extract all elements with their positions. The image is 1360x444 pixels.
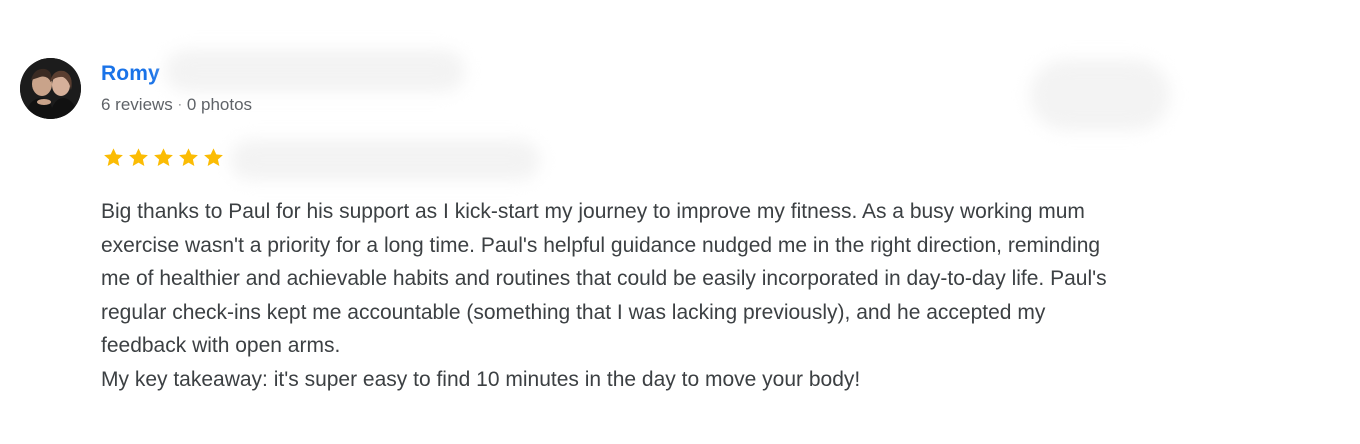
redacted-action xyxy=(1030,60,1170,130)
photo-count: 0 photos xyxy=(186,95,253,114)
star-filled-icon xyxy=(204,148,223,167)
star-rating xyxy=(102,146,225,169)
review-paragraph: My key takeaway: it's super easy to find… xyxy=(101,367,861,391)
review-card: Romy 6 reviews · 0 photos Big thanks to Pa… xyxy=(0,0,1360,444)
star-filled-icon xyxy=(154,148,173,167)
star-filled-icon xyxy=(129,148,148,167)
meta-separator: · xyxy=(177,97,182,111)
author-meta: 6 reviews · 0 photos xyxy=(101,95,252,115)
star-filled-icon xyxy=(179,148,198,167)
review-count: 6 reviews xyxy=(101,95,173,114)
review-paragraph: Big thanks to Paul for his support as I … xyxy=(101,200,1107,357)
author-avatar[interactable] xyxy=(20,58,81,119)
review-body: Big thanks to Paul for his support as I … xyxy=(101,195,1131,396)
redacted-surname xyxy=(165,50,465,92)
star-filled-icon xyxy=(104,148,123,167)
author-name-link[interactable]: Romy xyxy=(101,62,160,86)
redacted-date xyxy=(230,140,540,180)
user-avatar-photo-icon xyxy=(20,58,81,119)
